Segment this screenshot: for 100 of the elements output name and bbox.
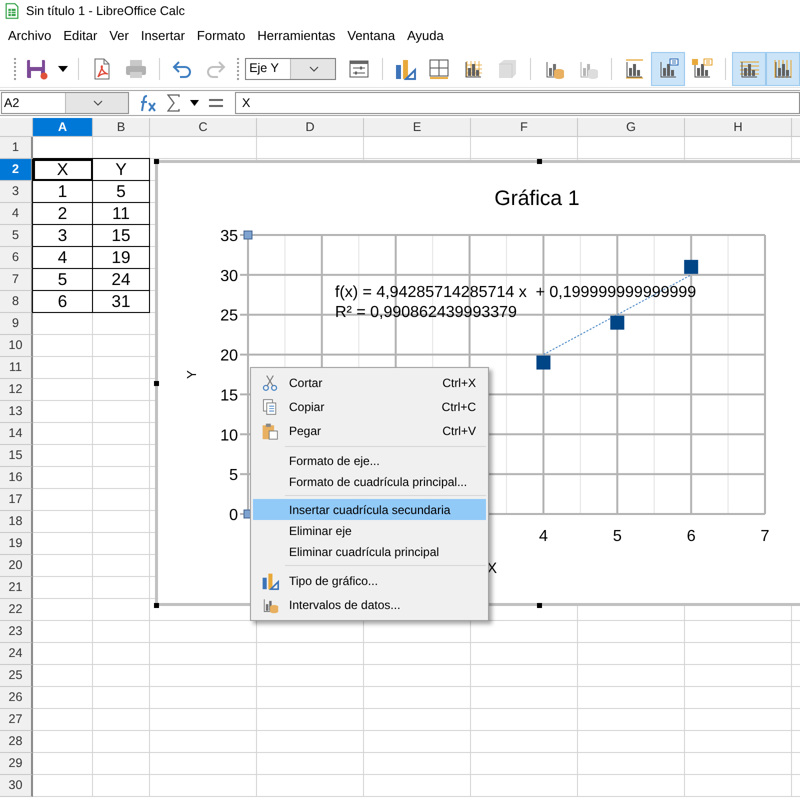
row-header[interactable]: 7 [0,269,33,291]
format-selection-icon[interactable] [348,58,370,80]
caret-icon[interactable] [58,66,68,72]
legend-icon[interactable] [691,58,714,80]
chart-title: Gráfica 1 [494,187,580,210]
row-header[interactable]: 2 [0,159,33,181]
row-header[interactable]: 19 [0,533,33,555]
column-header[interactable]: H [685,118,792,137]
table-cell [33,357,93,379]
column-header[interactable]: C [150,118,257,137]
row-header[interactable]: 23 [0,621,33,643]
row-header[interactable]: 18 [0,511,33,533]
column-header[interactable]: G [578,118,685,137]
table-cell [33,379,93,401]
row-header[interactable]: 9 [0,313,33,335]
row-header[interactable]: 17 [0,489,33,511]
table-cell [33,445,93,467]
table-cell [33,621,93,643]
resize-handle[interactable] [154,159,159,164]
object-select[interactable]: Eje Y [245,58,336,80]
function-wizard-icon[interactable] [139,94,157,112]
column-header[interactable]: E [364,118,471,137]
menu-item[interactable]: Eliminar cuadrícula principal [253,541,486,562]
resize-handle[interactable] [537,159,542,164]
menu-item[interactable]: Intervalos de datos... [253,593,486,617]
menu-item[interactable]: Formato de eje... [253,450,486,471]
row-header[interactable]: 1 [0,137,33,159]
row-header[interactable]: 25 [0,665,33,687]
shortcut-label: Ctrl+C [442,399,476,416]
sum-icon[interactable] [167,94,180,112]
chevron-down-icon [309,66,320,72]
row-header[interactable]: 5 [0,225,33,247]
table-cell [33,401,93,423]
row-header[interactable]: 8 [0,291,33,313]
row-header[interactable]: 6 [0,247,33,269]
menu-item[interactable]: Tipo de gráfico... [253,569,486,593]
axis-tick-label: 5 [229,467,238,484]
data-point[interactable] [536,356,550,370]
row-header[interactable]: 16 [0,467,33,489]
row-header[interactable]: 14 [0,423,33,445]
column-header[interactable]: D [257,118,364,137]
vertical-grids-button[interactable] [766,52,800,86]
horizontal-grids-button[interactable] [732,52,766,86]
row-header[interactable]: 26 [0,687,33,709]
caret-icon[interactable] [190,100,199,106]
column-header[interactable]: B [93,118,150,137]
menu-item[interactable]: Insertar [134,26,191,46]
row-header[interactable]: 20 [0,555,33,577]
menu-item[interactable]: Archivo [2,26,58,46]
table-cell [33,489,93,511]
chart-type-icon [261,572,279,590]
menu-item[interactable]: Editar [57,26,104,46]
data-point[interactable] [610,316,624,330]
row-header[interactable]: 11 [0,357,33,379]
bar-chart-icon[interactable] [623,58,646,80]
menu-item[interactable]: Ver [103,26,135,46]
row-header[interactable]: 24 [0,643,33,665]
axis-tick-label: 20 [220,348,238,365]
table-cell [33,423,93,445]
menu-item[interactable]: Eliminar eje [253,520,486,541]
menu-item[interactable]: Copiar Ctrl+C [253,395,486,419]
row-header[interactable]: 30 [0,775,33,797]
row-header[interactable]: 12 [0,379,33,401]
row-header[interactable]: 3 [0,181,33,203]
menu-item[interactable]: Ventana [341,26,402,46]
row-header[interactable]: 10 [0,335,33,357]
resize-handle[interactable] [154,381,159,386]
menu-item[interactable]: Insertar cuadrícula secundaria [253,499,486,520]
row-header[interactable]: 13 [0,401,33,423]
table-cell [93,621,150,643]
row-header[interactable]: 27 [0,709,33,731]
formula-input-field[interactable]: X [235,92,800,114]
menu-item[interactable]: Ayuda [401,26,450,46]
legend-toggle-button[interactable] [651,52,686,86]
table-cell [33,577,93,599]
chart-type-icon[interactable] [394,58,416,80]
selection-handle[interactable] [244,230,252,240]
column-header[interactable]: A [33,118,93,137]
menu-item[interactable]: Pegar Ctrl+V [253,419,486,443]
menu-item[interactable]: Formato de cuadrícula principal... [253,471,486,492]
row-header[interactable]: 15 [0,445,33,467]
table-cell: 15 [93,225,150,247]
y-axis-title: Y [184,370,199,379]
row-header[interactable]: 21 [0,577,33,599]
grid-icon[interactable] [428,58,450,80]
column-header[interactable]: F [471,118,578,137]
equals-icon[interactable] [209,98,223,108]
row-header[interactable]: 29 [0,753,33,775]
menu-item[interactable]: Herramientas [251,26,342,46]
data-point[interactable] [684,260,698,274]
name-box-field[interactable]: A2 [1,92,129,114]
row-header[interactable]: 22 [0,599,33,621]
axis-tick-label: 4 [538,528,548,545]
menu-item[interactable]: Formato [190,26,252,46]
menu-item[interactable]: Cortar Ctrl+X [253,371,486,395]
trendline-equation: f(x) = 4,94285714285714 x + 0,199999999999999 [335,284,696,301]
row-header[interactable]: 4 [0,203,33,225]
resize-handle[interactable] [537,603,542,608]
row-header[interactable]: 28 [0,731,33,753]
resize-handle[interactable] [154,603,159,608]
